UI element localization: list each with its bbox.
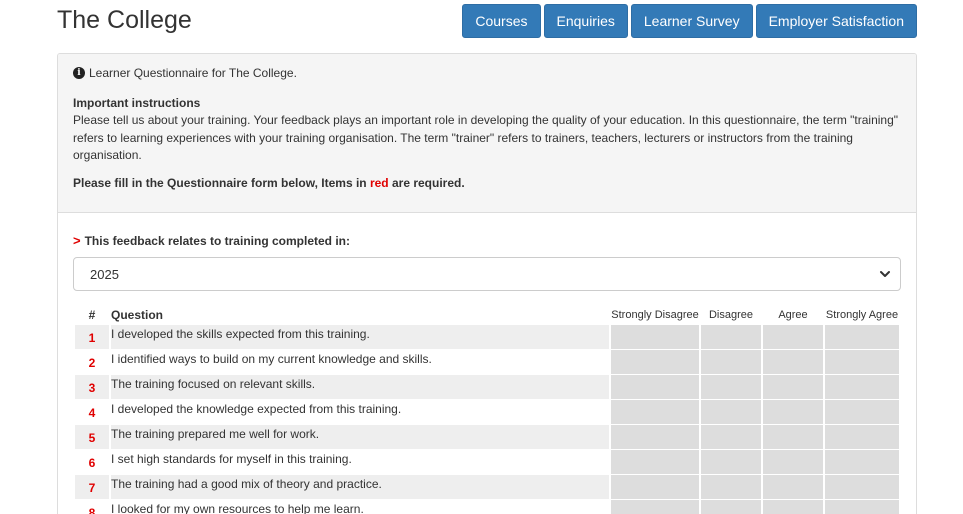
required-note: Please fill in the Questionnaire form be… — [73, 176, 901, 190]
required-note-prefix: Please fill in the Questionnaire form be… — [73, 175, 370, 190]
year-select[interactable]: 2025 — [73, 257, 901, 291]
question-text: I set high standards for myself in this … — [111, 452, 352, 466]
questions-table: # Question Strongly Disagree Disagree Ag… — [73, 305, 901, 514]
answer-option-strongly-disagree[interactable] — [611, 425, 699, 449]
answer-option-agree[interactable] — [763, 375, 823, 399]
option-header-strongly-agree: Strongly Agree — [825, 309, 899, 321]
question-number: 4 — [88, 406, 96, 420]
table-row: 3 The training focused on relevant skills… — [75, 375, 899, 399]
answer-option-strongly-agree[interactable] — [825, 400, 899, 424]
answer-option-agree[interactable] — [763, 350, 823, 374]
answer-option-disagree[interactable] — [701, 500, 761, 514]
answer-option-strongly-disagree[interactable] — [611, 375, 699, 399]
answer-option-disagree[interactable] — [701, 375, 761, 399]
table-row: 7 The training had a good mix of theory a… — [75, 475, 899, 499]
table-row: 2 I identified ways to build on my curren… — [75, 350, 899, 374]
answer-option-strongly-disagree[interactable] — [611, 450, 699, 474]
answer-option-agree[interactable] — [763, 475, 823, 499]
answer-option-strongly-agree[interactable] — [825, 325, 899, 349]
answer-option-strongly-agree[interactable] — [825, 375, 899, 399]
required-note-suffix: are required. — [388, 175, 465, 190]
answer-option-disagree[interactable] — [701, 425, 761, 449]
table-row: 4 I developed the knowledge expected from… — [75, 400, 899, 424]
question-header: Question — [111, 308, 164, 322]
question-text: The training focused on relevant skills. — [111, 375, 609, 399]
chevron-down-icon — [880, 271, 890, 277]
answer-option-disagree[interactable] — [701, 350, 761, 374]
table-row: 6 I set high standards for myself in this… — [75, 450, 899, 474]
answer-option-strongly-disagree[interactable] — [611, 350, 699, 374]
answer-option-disagree[interactable] — [701, 475, 761, 499]
answer-option-agree[interactable] — [763, 425, 823, 449]
info-icon: i — [73, 67, 85, 79]
num-header: # — [88, 308, 96, 322]
question-text: I developed the knowledge expected from … — [111, 402, 402, 416]
answer-option-agree[interactable] — [763, 325, 823, 349]
option-header-strongly-disagree: Strongly Disagree — [611, 309, 699, 321]
courses-button[interactable]: Courses — [462, 4, 541, 38]
question-text: The training had a good mix of theory an… — [111, 475, 609, 499]
table-row: 5 The training prepared me well for work. — [75, 425, 899, 449]
question-text: I looked for my own resources to help me… — [111, 502, 364, 514]
question-number: 7 — [75, 475, 109, 499]
answer-option-agree[interactable] — [763, 450, 823, 474]
table-row: 8 I looked for my own resources to help m… — [75, 500, 899, 514]
instructions-title: Important instructions — [73, 96, 201, 110]
required-note-red: red — [369, 175, 389, 190]
table-row: 1I developed the skills expected from th… — [75, 325, 899, 349]
info-text: Learner Questionnaire for The College. — [89, 66, 297, 80]
answer-option-strongly-disagree[interactable] — [611, 325, 699, 349]
answer-option-agree[interactable] — [763, 400, 823, 424]
question-number: 3 — [75, 375, 109, 399]
answer-option-strongly-agree[interactable] — [825, 500, 899, 514]
answer-option-strongly-agree[interactable] — [825, 475, 899, 499]
instructions-body: Please tell us about your training. Your… — [73, 113, 899, 162]
option-header-agree: Agree — [778, 309, 808, 321]
answer-option-strongly-agree[interactable] — [825, 350, 899, 374]
question-number: 1 — [75, 325, 109, 349]
question-number: 2 — [88, 356, 96, 370]
option-header-disagree: Disagree — [708, 309, 754, 321]
question-text: I developed the skills expected from thi… — [111, 325, 609, 349]
answer-option-strongly-disagree[interactable] — [611, 400, 699, 424]
table-header-row: # Question Strongly Disagree Disagree Ag… — [75, 306, 899, 324]
questions-body: 1I developed the skills expected from th… — [75, 325, 899, 514]
panel-body: > This feedback relates to training comp… — [58, 233, 916, 514]
answer-option-disagree[interactable] — [701, 325, 761, 349]
answer-option-strongly-disagree[interactable] — [611, 500, 699, 514]
answer-option-strongly-agree[interactable] — [825, 425, 899, 449]
required-caret-icon: > — [73, 233, 81, 248]
answer-option-agree[interactable] — [763, 500, 823, 514]
top-nav: Courses Enquiries Learner Survey Employe… — [462, 4, 917, 38]
answer-option-disagree[interactable] — [701, 400, 761, 424]
year-select-value: 2025 — [90, 266, 119, 282]
enquiries-button[interactable]: Enquiries — [543, 4, 628, 38]
employer-satisfaction-button[interactable]: Employer Satisfaction — [755, 4, 917, 38]
question-number: 6 — [88, 456, 96, 470]
feedback-label: > This feedback relates to training comp… — [73, 233, 901, 248]
question-text: I identified ways to build on my current… — [111, 352, 432, 366]
answer-option-disagree[interactable] — [701, 450, 761, 474]
info-line: i Learner Questionnaire for The College. — [73, 66, 901, 80]
questionnaire-panel: i Learner Questionnaire for The College.… — [57, 53, 917, 514]
feedback-label-text: This feedback relates to training comple… — [84, 233, 350, 248]
answer-option-strongly-agree[interactable] — [825, 450, 899, 474]
answer-option-strongly-disagree[interactable] — [611, 475, 699, 499]
panel-heading: i Learner Questionnaire for The College.… — [58, 54, 916, 213]
question-text: The training prepared me well for work. — [111, 425, 609, 449]
question-number: 8 — [88, 506, 96, 514]
learner-survey-button[interactable]: Learner Survey — [630, 4, 753, 38]
page-title: The College — [57, 6, 192, 34]
question-number: 5 — [75, 425, 109, 449]
